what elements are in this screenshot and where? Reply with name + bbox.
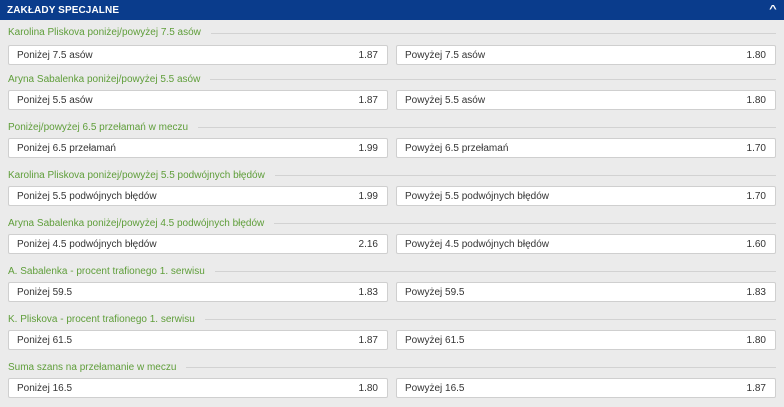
odds-price: 1.83 [746, 286, 766, 298]
odds-label: Poniżej 4.5 podwójnych błędów [17, 238, 157, 250]
odds-label: Powyżej 61.5 [405, 334, 465, 346]
market-title: Karolina Pliskova poniżej/powyżej 5.5 po… [8, 164, 776, 186]
market-title-label: Karolina Pliskova poniżej/powyżej 5.5 po… [8, 169, 265, 181]
odds-button-under[interactable]: Poniżej 6.5 przełamań 1.99 [8, 138, 388, 158]
odds-button-under[interactable]: Poniżej 16.5 1.80 [8, 378, 388, 398]
market-title: K. Pliskova - procent trafionego 1. serw… [8, 308, 776, 330]
odds-button-over[interactable]: Powyżej 7.5 asów 1.80 [396, 45, 776, 65]
odds-row: Poniżej 6.5 przełamań 1.99 Powyżej 6.5 prz… [8, 138, 776, 158]
odds-label: Powyżej 5.5 podwójnych błędów [405, 190, 549, 202]
markets-list: Karolina Pliskova poniżej/powyżej 7.5 as… [0, 20, 784, 404]
odds-label: Powyżej 7.5 asów [405, 49, 486, 61]
odds-row: Poniżej 5.5 asów 1.87 Powyżej 5.5 asów 1.80 [8, 90, 776, 110]
odds-button-under[interactable]: Poniżej 5.5 asów 1.87 [8, 90, 388, 110]
market-block: Aryna Sabalenka poniżej/powyżej 4.5 podw… [0, 212, 784, 260]
divider-line [274, 175, 776, 176]
divider-line [214, 271, 776, 272]
section-title: ZAKŁADY SPECJALNE [7, 4, 120, 16]
odds-label: Poniżej 61.5 [17, 334, 73, 346]
market-title-label: Aryna Sabalenka poniżej/powyżej 4.5 podw… [8, 217, 265, 229]
market-title: Aryna Sabalenka poniżej/powyżej 4.5 podw… [8, 212, 776, 234]
odds-button-under[interactable]: Poniżej 5.5 podwójnych błędów 1.99 [8, 186, 388, 206]
odds-button-over[interactable]: Powyżej 16.5 1.87 [396, 378, 776, 398]
odds-price: 1.99 [358, 142, 378, 154]
odds-button-under[interactable]: Poniżej 7.5 asów 1.87 [8, 45, 388, 65]
odds-price: 1.87 [358, 49, 378, 61]
divider-line [210, 79, 776, 80]
odds-price: 1.87 [358, 94, 378, 106]
market-title-label: Suma szans na przełamanie w meczu [8, 361, 177, 373]
market-block: K. Pliskova - procent trafionego 1. serw… [0, 308, 784, 356]
odds-label: Powyżej 4.5 podwójnych błędów [405, 238, 549, 250]
odds-price: 1.87 [358, 334, 378, 346]
market-block: Aryna Sabalenka poniżej/powyżej 5.5 asów… [0, 68, 784, 116]
odds-row: Poniżej 4.5 podwójnych błędów 2.16 Powyżej… [8, 234, 776, 254]
odds-row: Poniżej 59.5 1.83 Powyżej 59.5 1.83 [8, 282, 776, 302]
odds-label: Poniżej 59.5 [17, 286, 73, 298]
market-title: Aryna Sabalenka poniżej/powyżej 5.5 asów [8, 68, 776, 90]
odds-label: Poniżej 5.5 asów [17, 94, 93, 106]
odds-price: 1.70 [746, 190, 766, 202]
odds-label: Poniżej 6.5 przełamań [17, 142, 116, 154]
market-title-label: Karolina Pliskova poniżej/powyżej 7.5 as… [8, 27, 201, 38]
odds-label: Poniżej 7.5 asów [17, 49, 93, 61]
divider-line [210, 32, 776, 34]
market-title-label: K. Pliskova - procent trafionego 1. serw… [8, 313, 195, 325]
market-block: A. Sabalenka - procent trafionego 1. ser… [0, 260, 784, 308]
market-title: Suma szans na przełamanie w meczu [8, 356, 776, 378]
odds-row: Poniżej 5.5 podwójnych błędów 1.99 Powyżej… [8, 186, 776, 206]
odds-row: Poniżej 7.5 asów 1.87 Powyżej 7.5 asów 1.80 [8, 45, 776, 65]
odds-button-over[interactable]: Powyżej 5.5 podwójnych błędów 1.70 [396, 186, 776, 206]
odds-price: 1.80 [746, 94, 766, 106]
divider-line [204, 319, 776, 320]
odds-price: 1.87 [746, 382, 766, 394]
odds-price: 1.80 [746, 49, 766, 61]
odds-price: 1.99 [358, 190, 378, 202]
odds-button-over[interactable]: Powyżej 5.5 asów 1.80 [396, 90, 776, 110]
market-block: Karolina Pliskova poniżej/powyżej 5.5 po… [0, 164, 784, 212]
odds-label: Powyżej 16.5 [405, 382, 465, 394]
odds-price: 1.60 [746, 238, 766, 250]
odds-button-over[interactable]: Powyżej 6.5 przełamań 1.70 [396, 138, 776, 158]
odds-price: 1.80 [358, 382, 378, 394]
odds-label: Powyżej 6.5 przełamań [405, 142, 509, 154]
market-title: Karolina Pliskova poniżej/powyżej 7.5 as… [8, 20, 776, 45]
odds-price: 1.70 [746, 142, 766, 154]
odds-button-under[interactable]: Poniżej 59.5 1.83 [8, 282, 388, 302]
divider-line [186, 367, 776, 368]
odds-button-over[interactable]: Powyżej 61.5 1.80 [396, 330, 776, 350]
market-block: Suma szans na przełamanie w meczu Poniżej… [0, 356, 784, 404]
odds-button-over[interactable]: Powyżej 4.5 podwójnych błędów 1.60 [396, 234, 776, 254]
special-bets-panel: ZAKŁADY SPECJALNE ^ Karolina Pliskova po… [0, 0, 784, 407]
odds-button-under[interactable]: Poniżej 61.5 1.87 [8, 330, 388, 350]
odds-label: Powyżej 5.5 asów [405, 94, 486, 106]
divider-line [198, 127, 776, 128]
odds-label: Poniżej 5.5 podwójnych błędów [17, 190, 157, 202]
odds-button-over[interactable]: Powyżej 59.5 1.83 [396, 282, 776, 302]
odds-label: Powyżej 59.5 [405, 286, 465, 298]
market-title-label: Aryna Sabalenka poniżej/powyżej 5.5 asów [8, 73, 201, 85]
market-block: Poniżej/powyżej 6.5 przełamań w meczu Pon… [0, 116, 784, 164]
odds-price: 1.83 [358, 286, 378, 298]
chevron-up-icon[interactable]: ^ [769, 5, 777, 15]
market-title-label: Poniżej/powyżej 6.5 przełamań w meczu [8, 121, 189, 133]
odds-price: 2.16 [358, 238, 378, 250]
odds-row: Poniżej 16.5 1.80 Powyżej 16.5 1.87 [8, 378, 776, 398]
odds-label: Poniżej 16.5 [17, 382, 73, 394]
market-title: A. Sabalenka - procent trafionego 1. ser… [8, 260, 776, 282]
market-title-label: A. Sabalenka - procent trafionego 1. ser… [8, 265, 205, 277]
divider-line [274, 223, 776, 224]
market-block: Karolina Pliskova poniżej/powyżej 7.5 as… [0, 20, 784, 68]
market-title: Poniżej/powyżej 6.5 przełamań w meczu [8, 116, 776, 138]
section-header[interactable]: ZAKŁADY SPECJALNE ^ [0, 0, 784, 20]
odds-button-under[interactable]: Poniżej 4.5 podwójnych błędów 2.16 [8, 234, 388, 254]
odds-row: Poniżej 61.5 1.87 Powyżej 61.5 1.80 [8, 330, 776, 350]
odds-price: 1.80 [746, 334, 766, 346]
